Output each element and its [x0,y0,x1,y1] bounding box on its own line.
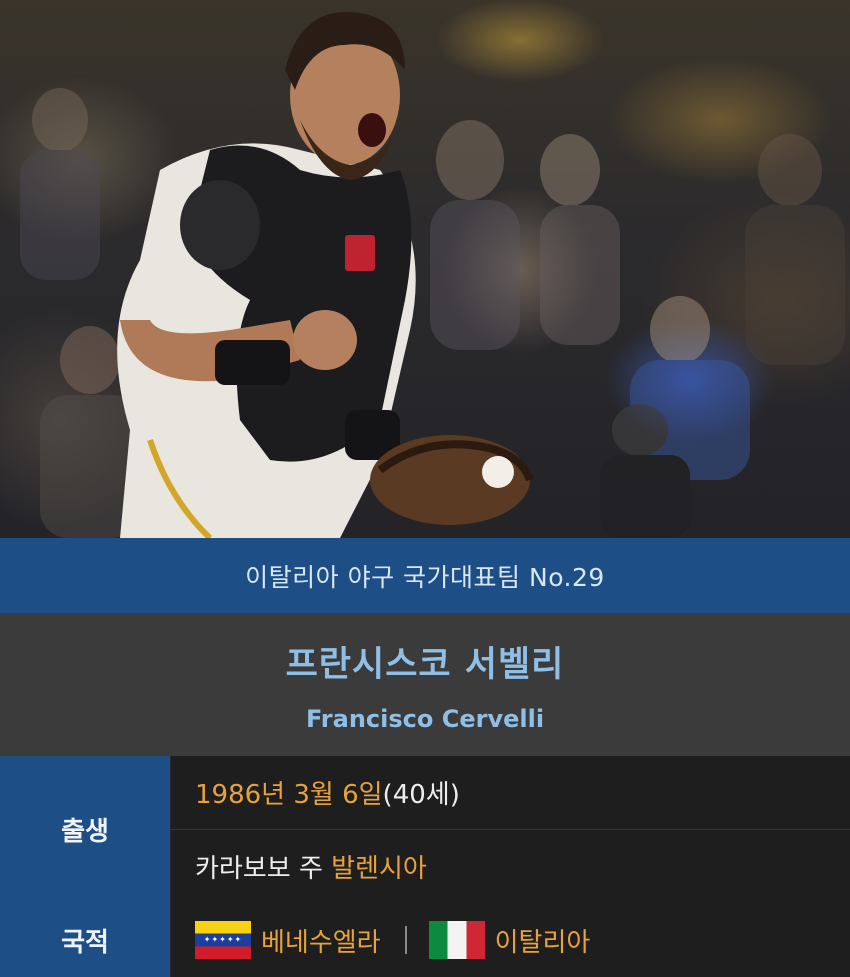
team-number-text: 이탈리아 야구 국가대표팀 No.29 [245,562,605,592]
birth-place-cell: 카라보보 주 발렌시아 [170,829,850,902]
nationality-cell: ✦✦✦✦✦ 베네수엘라 이탈리아 [170,903,850,977]
birth-date-link[interactable]: 1986년 3월 6일 [195,774,383,811]
nationality-values: ✦✦✦✦✦ 베네수엘라 이탈리아 [170,903,850,977]
birth-values: 1986년 3월 6일 (40세) 카라보보 주 발렌시아 [170,756,850,903]
player-photo [0,0,850,538]
birth-place-city-link[interactable]: 발렌시아 [331,848,427,885]
team-banner: 이탈리아 야구 국가대표팀 No.29 [0,538,850,613]
birth-row: 출생 1986년 3월 6일 (40세) 카라보보 주 발렌시아 [0,756,850,903]
venezuela-flag-icon: ✦✦✦✦✦ [195,921,251,959]
birth-place-region: 카라보보 주 [195,853,332,884]
nationality-divider [404,926,407,954]
nationality-row: 국적 ✦✦✦✦✦ 베네수엘라 이탈리아 [0,903,850,977]
birth-label: 출생 [0,756,170,903]
italy-flag-icon [428,921,485,959]
nationality-label: 국적 [0,903,170,977]
nationality-italy-link[interactable]: 이탈리아 [495,922,591,959]
player-name-header: 프란시스코 서벨리 Francisco Cervelli [0,613,850,756]
birth-age: (40세) [382,780,460,810]
birth-date-cell: 1986년 3월 6일 (40세) [170,756,850,829]
player-name-korean: 프란시스코 서벨리 [285,645,565,685]
player-name-english: Francisco Cervelli [305,705,545,733]
catcher-celebration-illustration [20,11,845,538]
nationality-venezuela-link[interactable]: 베네수엘라 [261,922,381,959]
